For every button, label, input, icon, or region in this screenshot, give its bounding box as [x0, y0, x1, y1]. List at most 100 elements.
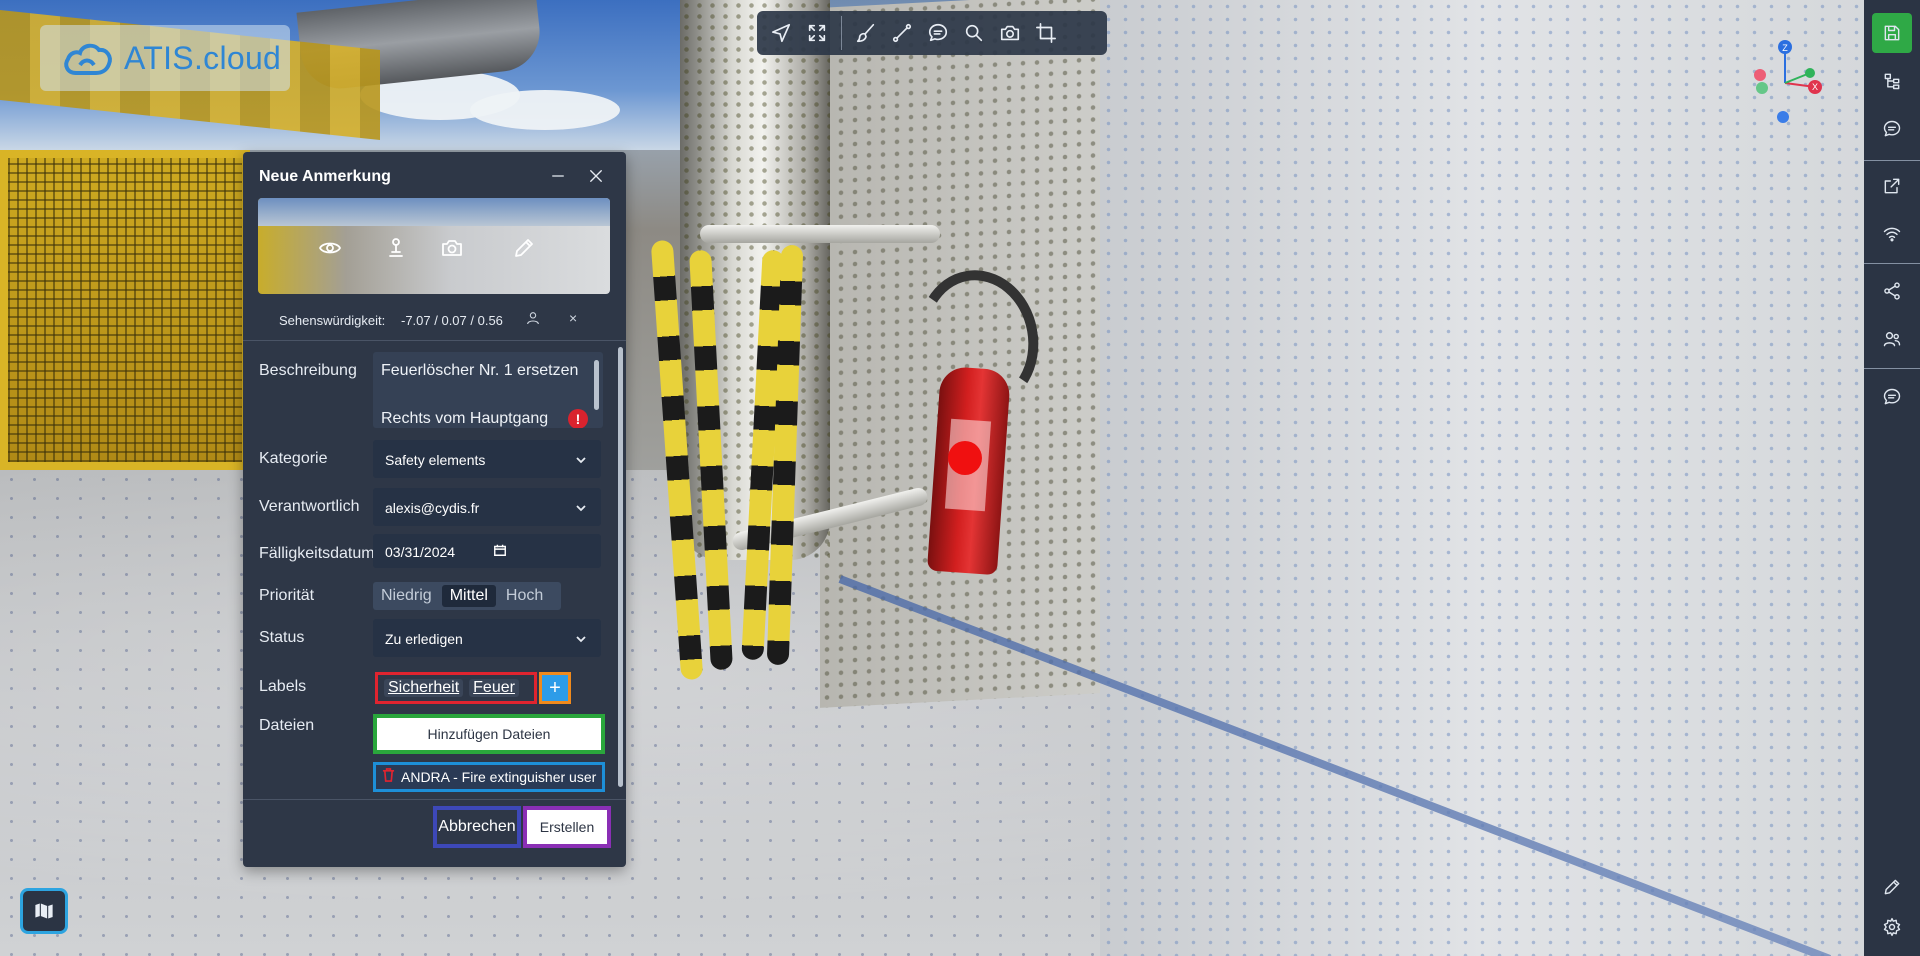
close-icon — [590, 170, 602, 182]
minimize-icon — [552, 175, 564, 177]
priority-option-medium[interactable]: Mittel — [441, 585, 496, 607]
responsible-select[interactable]: alexis@cydis.fr — [373, 488, 601, 526]
scene-yellow-cage — [0, 150, 250, 470]
comments-button[interactable] — [1864, 108, 1920, 150]
description-line: Feuerlöscher Nr. 1 ersetzen — [381, 362, 579, 379]
cancel-button[interactable]: Abbrechen — [433, 806, 521, 848]
share-button[interactable] — [1864, 270, 1920, 312]
viewpoint-label: Sehenswürdigkeit: — [279, 313, 386, 328]
camera-button[interactable] — [992, 15, 1028, 51]
edit-image-button[interactable] — [504, 228, 544, 268]
toolbar-divider — [841, 16, 842, 50]
priority-option-low[interactable]: Niedrig — [373, 582, 440, 610]
user-pin-icon — [389, 238, 403, 257]
camera-icon — [442, 240, 462, 256]
annotation-panel: Neue Anmerkung Sehenswürdigkeit: -7.07 /… — [243, 152, 626, 867]
cloud-logo-icon — [64, 43, 112, 75]
comment-tool-button[interactable] — [920, 15, 956, 51]
trash-icon[interactable] — [382, 767, 395, 787]
scene-wall-right — [1100, 0, 1864, 956]
gear-icon — [1883, 917, 1901, 937]
map-icon — [34, 902, 54, 920]
measure-icon — [892, 23, 912, 43]
add-label-button[interactable]: + — [539, 672, 571, 704]
gizmo-x-label: X — [1812, 82, 1818, 92]
panel-divider — [243, 340, 626, 341]
viewpoint-user-button[interactable] — [525, 310, 545, 330]
viewer-toolbar — [757, 11, 1107, 55]
crop-button[interactable] — [1028, 15, 1064, 51]
view-button[interactable] — [310, 228, 350, 268]
fullscreen-icon — [808, 24, 826, 42]
annotations-button[interactable] — [1864, 376, 1920, 418]
add-files-button[interactable]: Hinzufügen Dateien — [373, 714, 605, 754]
viewpoint-thumbnail — [258, 198, 610, 294]
external-link-button[interactable] — [1864, 165, 1920, 207]
labels-list: Sicherheit Feuer — [375, 672, 537, 704]
pencil-icon — [515, 239, 533, 257]
calendar-icon[interactable] — [493, 543, 509, 559]
measure-button[interactable] — [884, 15, 920, 51]
search-icon — [965, 24, 983, 42]
panel-scrollbar[interactable] — [618, 347, 623, 787]
chevron-down-icon — [575, 501, 587, 513]
priority-label: Priorität — [259, 587, 315, 604]
create-button[interactable]: Erstellen — [523, 806, 611, 848]
minimize-button[interactable] — [545, 163, 571, 189]
chevron-down-icon — [575, 632, 587, 644]
share-icon — [1884, 282, 1900, 300]
gizmo-z-label: Z — [1782, 43, 1788, 53]
description-textarea[interactable]: Feuerlöscher Nr. 1 ersetzen Rechts vom H… — [373, 352, 603, 428]
panel-title: Neue Anmerkung — [259, 168, 391, 185]
connection-button[interactable] — [1864, 213, 1920, 255]
sidebar-divider — [1864, 263, 1920, 264]
due-date-input[interactable]: 03/31/2024 — [373, 534, 601, 568]
viewpoint-coordinates: -7.07 / 0.07 / 0.56 — [401, 313, 503, 328]
eye-icon — [319, 242, 341, 254]
right-sidebar — [1864, 0, 1920, 956]
users-icon — [1883, 332, 1901, 347]
users-button[interactable] — [1864, 318, 1920, 360]
navigate-button[interactable] — [763, 15, 799, 51]
responsible-value: alexis@cydis.fr — [385, 500, 480, 516]
sidebar-divider — [1864, 160, 1920, 161]
close-button[interactable] — [583, 163, 609, 189]
category-select[interactable]: Safety elements — [373, 440, 601, 478]
crop-icon — [1036, 23, 1056, 43]
camera-icon — [1000, 25, 1020, 41]
scene-cloud — [470, 90, 620, 130]
fullscreen-button[interactable] — [799, 15, 835, 51]
tree-icon — [1884, 73, 1900, 90]
label-tag[interactable]: Sicherheit — [384, 679, 464, 697]
search-button[interactable] — [956, 15, 992, 51]
category-value: Safety elements — [385, 452, 486, 468]
tree-view-button[interactable] — [1864, 60, 1920, 102]
comment-icon — [928, 23, 948, 42]
user-icon — [527, 312, 539, 325]
description-scrollbar[interactable] — [594, 360, 599, 410]
axis-gizmo[interactable]: Z X — [1745, 35, 1825, 125]
sidebar-divider — [1864, 368, 1920, 369]
screenshot-button[interactable] — [432, 228, 472, 268]
external-link-icon — [1884, 178, 1900, 194]
map-button[interactable] — [20, 888, 68, 934]
edit-button[interactable] — [1864, 866, 1920, 908]
annotation-icon — [1883, 388, 1901, 405]
brush-button[interactable] — [848, 15, 884, 51]
save-button[interactable] — [1872, 13, 1912, 53]
wifi-icon — [1883, 227, 1901, 242]
file-name[interactable]: ANDRA - Fire extinguisher user — [401, 769, 596, 785]
pen-icon — [1884, 879, 1900, 895]
annotation-marker[interactable] — [948, 441, 982, 475]
label-tag[interactable]: Feuer — [469, 679, 519, 697]
priority-selector: Niedrig Mittel Hoch — [373, 582, 561, 610]
viewpoint-remove-button[interactable]: × — [569, 310, 577, 326]
app-logo[interactable]: ATIS.cloud — [40, 25, 290, 91]
set-viewpoint-button[interactable] — [376, 228, 416, 268]
status-label: Status — [259, 629, 305, 646]
brush-icon — [856, 23, 875, 43]
labels-label: Labels — [259, 678, 307, 695]
priority-option-high[interactable]: Hoch — [498, 582, 551, 610]
settings-button[interactable] — [1864, 906, 1920, 948]
status-select[interactable]: Zu erledigen — [373, 619, 601, 657]
